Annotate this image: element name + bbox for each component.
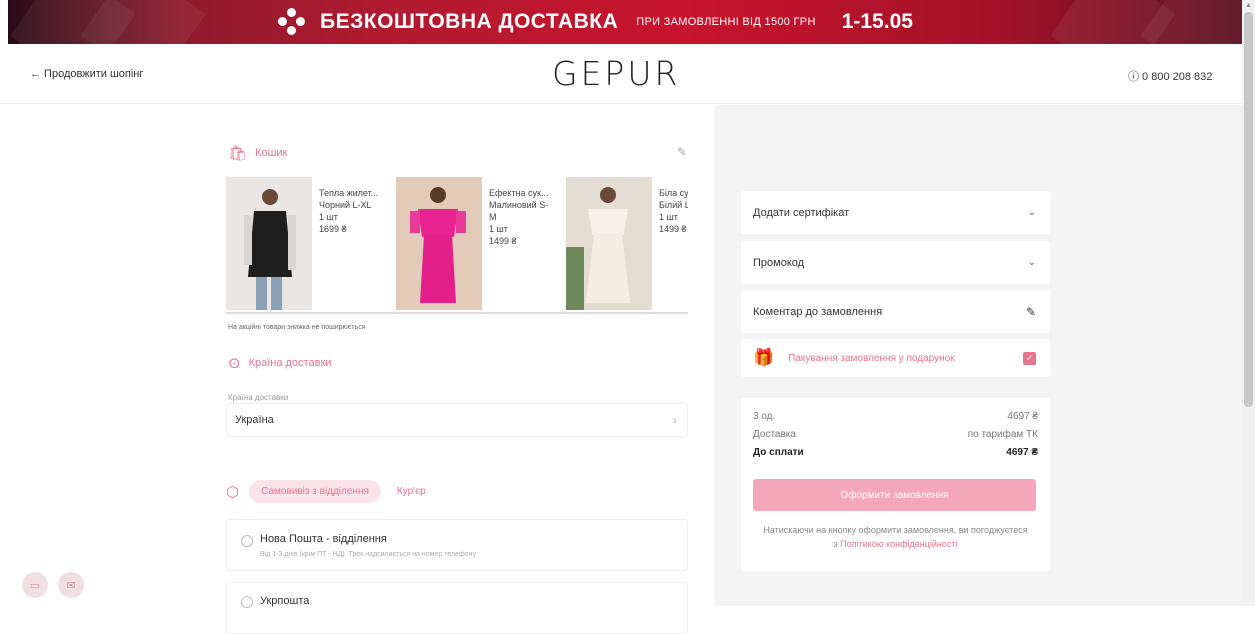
site-header: ← Продовжити шопінг GEPUR ⓘ 0 800 208 83… bbox=[0, 44, 1242, 104]
items-total: 4697 ₴ bbox=[1007, 411, 1038, 422]
promo-code-label: Промокод bbox=[753, 256, 805, 269]
privacy-policy-link[interactable]: Політикою конфіденційності bbox=[840, 539, 957, 549]
chevron-right-icon: › bbox=[673, 413, 677, 427]
product-image[interactable] bbox=[566, 177, 652, 310]
cart-product[interactable]: Ефектна сук... Малиновий S-M 1 шт 1499 ₴ bbox=[396, 177, 566, 312]
shipping-option-desc: Від 1-3 днів (крім ПТ - НД). Трек надсил… bbox=[260, 551, 476, 558]
delivery-country-heading: ⊙ Країна доставки bbox=[228, 354, 331, 372]
product-qty: 1 шт bbox=[489, 224, 508, 234]
items-count: 3 од. bbox=[753, 411, 776, 422]
gift-wrap-label: Пакування замовлення у подарунок bbox=[788, 352, 955, 364]
product-price: 1499 ₴ bbox=[489, 236, 517, 246]
scrollbar-thumb[interactable] bbox=[1244, 12, 1253, 407]
product-photo-pink-dress bbox=[396, 177, 482, 310]
add-certificate-label: Додати сертифікат bbox=[753, 206, 850, 219]
pencil-icon[interactable]: ✎ bbox=[1026, 305, 1036, 319]
shipping-option-ukrposhta[interactable]: Укрпошта bbox=[226, 582, 688, 634]
product-photo-vest bbox=[226, 177, 312, 310]
cart-scroll-track[interactable] bbox=[226, 312, 688, 314]
message-button[interactable]: ✉ bbox=[58, 572, 84, 598]
order-summary: 3 од. 4697 ₴ Доставка по тарифам ТК До с… bbox=[741, 398, 1050, 571]
edit-cart-icon[interactable]: ✎ bbox=[677, 145, 687, 159]
box-icon: ⬡ bbox=[226, 483, 240, 501]
promo-code-dropdown[interactable]: Промокод ⌄ bbox=[741, 241, 1050, 284]
policy-note: Натискаючи на кнопку оформити замовлення… bbox=[753, 523, 1038, 551]
delivery-label: Доставка bbox=[753, 429, 796, 440]
chat-icon: ▭ bbox=[29, 579, 41, 592]
country-select[interactable]: Україна › bbox=[226, 403, 688, 437]
tab-courier[interactable]: Кур'єр bbox=[391, 480, 432, 503]
country-field-label: Країна доставки bbox=[228, 393, 289, 402]
product-qty: 1 шт bbox=[659, 212, 678, 222]
cart-product[interactable]: Біла сук... Білий L... 1 шт 1499 ₴ bbox=[566, 177, 688, 312]
banner-date: 1-15.05 bbox=[841, 10, 913, 33]
chat-button[interactable]: ▭ bbox=[22, 572, 48, 598]
phone-number[interactable]: ⓘ 0 800 208 832 bbox=[1128, 68, 1212, 84]
place-order-button[interactable]: Оформити замовлення bbox=[753, 479, 1036, 511]
add-certificate-dropdown[interactable]: Додати сертифікат ⌄ bbox=[741, 191, 1050, 234]
product-variant: Білий L... bbox=[659, 200, 688, 210]
site-logo[interactable]: GEPUR bbox=[552, 54, 680, 93]
chevron-down-icon: ⌄ bbox=[1027, 257, 1036, 268]
product-name[interactable]: Ефектна сук... bbox=[489, 187, 566, 199]
delivery-method-tabs: ⬡ Самовивіз з відділення Кур'єр bbox=[226, 480, 432, 503]
country-value: Україна bbox=[235, 414, 274, 426]
banner-subtitle: ПРИ ЗАМОВЛЕННІ ВІД 1500 ГРН bbox=[636, 16, 816, 28]
cart-products[interactable]: Тепла жилет... Чорний L-XL 1 шт 1699 ₴ Е… bbox=[226, 177, 688, 312]
shipping-option-name: Нова Пошта - відділення bbox=[260, 533, 387, 545]
continue-shopping-link[interactable]: ← Продовжити шопінг bbox=[30, 68, 143, 80]
grand-total-row: До сплати 4697 ₴ bbox=[753, 447, 1038, 465]
product-variant: Чорний L-XL bbox=[319, 200, 372, 210]
product-image[interactable] bbox=[226, 177, 312, 310]
tab-pickup[interactable]: Самовивіз з відділення bbox=[249, 480, 381, 503]
gift-wrap-option[interactable]: 🎁 Пакування замовлення у подарунок ✓ bbox=[741, 339, 1050, 377]
promo-banner[interactable]: БЕЗКОШТОВНА ДОСТАВКА ПРИ ЗАМОВЛЕННІ ВІД … bbox=[8, 0, 1242, 44]
delivery-value: по тарифам ТК bbox=[967, 429, 1038, 440]
grand-total-label: До сплати bbox=[753, 447, 804, 458]
bag-icon: 🛍 bbox=[228, 145, 248, 162]
cart-title: Кошик bbox=[255, 147, 288, 159]
scroll-up-icon[interactable]: ▲ bbox=[1245, 2, 1252, 9]
shipping-option-name: Укрпошта bbox=[260, 595, 310, 607]
product-price: 1699 ₴ bbox=[319, 224, 347, 234]
location-icon: ⊙ bbox=[228, 355, 241, 372]
gift-checkbox[interactable]: ✓ bbox=[1023, 351, 1036, 365]
order-comment[interactable]: Коментар до замовлення ✎ bbox=[741, 290, 1050, 333]
product-variant: Малиновий S-M bbox=[489, 200, 549, 222]
grand-total-value: 4697 ₴ bbox=[1006, 447, 1038, 458]
product-name[interactable]: Біла сук... bbox=[659, 187, 688, 199]
items-total-row: 3 од. 4697 ₴ bbox=[753, 411, 1038, 429]
cart-heading: 🛍 Кошик bbox=[228, 144, 287, 162]
page-scrollbar[interactable]: ▲ bbox=[1242, 0, 1255, 606]
product-photo-white-dress bbox=[566, 177, 652, 310]
order-comment-label: Коментар до замовлення bbox=[753, 305, 883, 318]
radio-button[interactable] bbox=[241, 535, 253, 547]
cart-product[interactable]: Тепла жилет... Чорний L-XL 1 шт 1699 ₴ bbox=[226, 177, 396, 312]
mail-icon: ✉ bbox=[66, 579, 76, 592]
radio-button[interactable] bbox=[241, 596, 253, 608]
product-price: 1499 ₴ bbox=[659, 224, 687, 234]
delivery-row: Доставка по тарифам ТК bbox=[753, 429, 1038, 447]
gepur-flower-icon bbox=[278, 8, 306, 36]
chevron-down-icon: ⌄ bbox=[1027, 207, 1036, 218]
product-image[interactable] bbox=[396, 177, 482, 310]
product-qty: 1 шт bbox=[319, 212, 338, 222]
banner-title: БЕЗКОШТОВНА ДОСТАВКА bbox=[320, 10, 619, 33]
discount-note: На акційні товари знижка не поширюється bbox=[228, 324, 366, 331]
shipping-option-nova-poshta[interactable]: Нова Пошта - відділення Від 1-3 днів (кр… bbox=[226, 519, 688, 571]
gift-icon: 🎁 bbox=[753, 348, 775, 367]
delivery-country-title: Країна доставки bbox=[248, 357, 332, 369]
product-name[interactable]: Тепла жилет... bbox=[319, 187, 396, 199]
